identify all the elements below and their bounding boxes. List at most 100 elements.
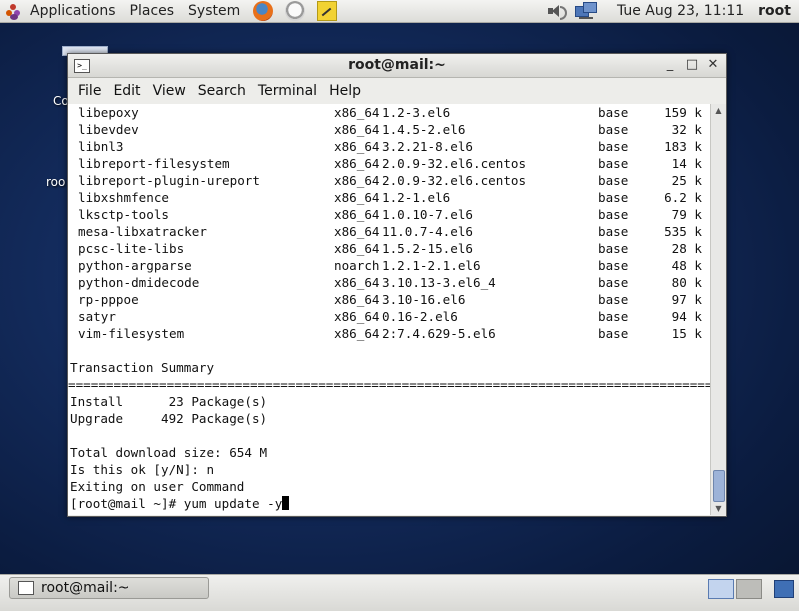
package-arch: x86_64 (334, 122, 380, 137)
package-row: rp-pppoe x86_64 3.10-16.el6 base 97 k (68, 291, 710, 308)
package-version: 3.10.13-3.el6_4 (382, 275, 496, 290)
package-name: vim-filesystem (78, 326, 185, 341)
package-repo: base (598, 292, 629, 307)
package-name: libreport-plugin-ureport (78, 173, 260, 188)
maximize-button[interactable]: □ (684, 57, 700, 73)
scrollbar-thumb[interactable] (713, 470, 725, 502)
menu-file[interactable]: File (72, 83, 107, 99)
taskbar-label: root@mail:~ (41, 580, 130, 596)
package-version: 1.4.5-2.el6 (382, 122, 466, 137)
scroll-down-icon[interactable]: ▼ (711, 502, 726, 515)
vertical-scrollbar[interactable]: ▲ ▼ (710, 104, 726, 515)
menu-applications[interactable]: Applications (23, 0, 123, 22)
workspace-2[interactable] (736, 579, 762, 599)
menu-system[interactable]: System (181, 0, 247, 22)
menu-search[interactable]: Search (192, 83, 252, 99)
package-size: 6.2 k (664, 190, 702, 205)
workspace-1[interactable] (708, 579, 734, 599)
package-size: 32 k (671, 122, 702, 137)
network-icon[interactable] (574, 2, 597, 20)
package-name: rp-pppoe (78, 292, 139, 307)
window-title: root@mail:~ (348, 57, 446, 73)
package-name: libreport-filesystem (78, 156, 230, 171)
package-size: 15 k (671, 326, 702, 341)
package-size: 183 k (664, 139, 702, 154)
package-name: python-dmidecode (78, 275, 200, 290)
speaker-icon[interactable] (547, 3, 567, 20)
package-size: 48 k (671, 258, 702, 273)
scroll-up-icon[interactable]: ▲ (711, 104, 726, 117)
package-arch: noarch (334, 258, 380, 273)
window-titlebar[interactable]: >_ root@mail:~ _ □ ✕ (68, 54, 726, 78)
package-version: 1.2-3.el6 (382, 105, 451, 120)
taskbar-terminal-button[interactable]: root@mail:~ (9, 577, 209, 599)
package-row: vim-filesystem x86_64 2:7.4.629-5.el6 base 1… (68, 325, 710, 342)
install-count: Install 23 Package(s) (70, 394, 268, 409)
package-row: satyr x86_64 0.16-2.el6 base 94 k (68, 308, 710, 325)
package-version: 2:7.4.629-5.el6 (382, 326, 496, 341)
package-arch: x86_64 (334, 224, 380, 239)
menu-places[interactable]: Places (123, 0, 182, 22)
package-repo: base (598, 207, 629, 222)
package-row: lksctp-tools x86_64 1.0.10-7.el6 base 79 k (68, 206, 710, 223)
desktop-icon-label-fragment-2: roo (46, 175, 66, 189)
show-desktop-icon[interactable] (774, 580, 794, 598)
user-menu[interactable]: root (758, 3, 799, 19)
package-row: mesa-libxatracker x86_64 11.0.7-4.el6 base 5… (68, 223, 710, 240)
package-version: 1.2.1-2.1.el6 (382, 258, 481, 273)
package-arch: x86_64 (334, 105, 380, 120)
package-size: 25 k (671, 173, 702, 188)
upgrade-count: Upgrade 492 Package(s) (70, 411, 268, 426)
evolution-mail-icon[interactable] (285, 1, 306, 21)
package-version: 0.16-2.el6 (382, 309, 458, 324)
package-repo: base (598, 122, 629, 137)
package-version: 1.0.10-7.el6 (382, 207, 473, 222)
package-repo: base (598, 258, 629, 273)
menu-help[interactable]: Help (323, 83, 367, 99)
terminal-icon: >_ (74, 59, 90, 73)
menu-terminal[interactable]: Terminal (252, 83, 323, 99)
package-arch: x86_64 (334, 309, 380, 324)
package-row: pcsc-lite-libs x86_64 1.5.2-15.el6 base 28 k (68, 240, 710, 257)
notepad-icon[interactable] (317, 1, 338, 21)
exit-message: Exiting on user Command (70, 479, 245, 494)
package-repo: base (598, 275, 629, 290)
package-name: python-argparse (78, 258, 192, 273)
download-size: Total download size: 654 M (70, 445, 268, 460)
terminal-window[interactable]: >_ root@mail:~ _ □ ✕ File Edit View Sear… (67, 53, 727, 517)
package-size: 14 k (671, 156, 702, 171)
minimize-button[interactable]: _ (662, 57, 678, 73)
package-arch: x86_64 (334, 275, 380, 290)
text-cursor (282, 496, 290, 510)
package-version: 11.0.7-4.el6 (382, 224, 473, 239)
package-repo: base (598, 224, 629, 239)
firefox-icon[interactable] (253, 1, 274, 21)
terminal-output[interactable]: libepoxy x86_64 1.2-3.el6 base 159 k libevdev… (68, 104, 710, 515)
menu-view[interactable]: View (147, 83, 192, 99)
package-version: 1.5.2-15.el6 (382, 241, 473, 256)
package-version: 2.0.9-32.el6.centos (382, 156, 527, 171)
package-version: 1.2-1.el6 (382, 190, 451, 205)
package-row: python-argparse noarch 1.2.1-2.1.el6 base 48… (68, 257, 710, 274)
gnome-foot-icon[interactable] (5, 2, 23, 20)
package-name: libnl3 (78, 139, 124, 154)
package-name: lksctp-tools (78, 207, 169, 222)
package-name: mesa-libxatracker (78, 224, 207, 239)
package-row: libxshmfence x86_64 1.2-1.el6 base 6.2 k (68, 189, 710, 206)
clock[interactable]: Tue Aug 23, 11:11 (597, 3, 758, 19)
package-size: 28 k (671, 241, 702, 256)
package-size: 79 k (671, 207, 702, 222)
close-button[interactable]: ✕ (705, 57, 721, 73)
summary-separator: ========================================… (68, 377, 710, 392)
package-name: satyr (78, 309, 116, 324)
menu-edit[interactable]: Edit (107, 83, 146, 99)
package-row: libevdev x86_64 1.4.5-2.el6 base 32 k (68, 121, 710, 138)
package-version: 3.10-16.el6 (382, 292, 466, 307)
menubar: File Edit View Search Terminal Help (68, 78, 726, 104)
terminal-icon (18, 581, 34, 595)
package-version: 2.0.9-32.el6.centos (382, 173, 527, 188)
package-repo: base (598, 156, 629, 171)
package-repo: base (598, 173, 629, 188)
command-line[interactable]: [root@mail ~]# yum update -y (70, 495, 290, 512)
top-panel: Applications Places System Tue Aug 23, 1… (0, 0, 799, 23)
